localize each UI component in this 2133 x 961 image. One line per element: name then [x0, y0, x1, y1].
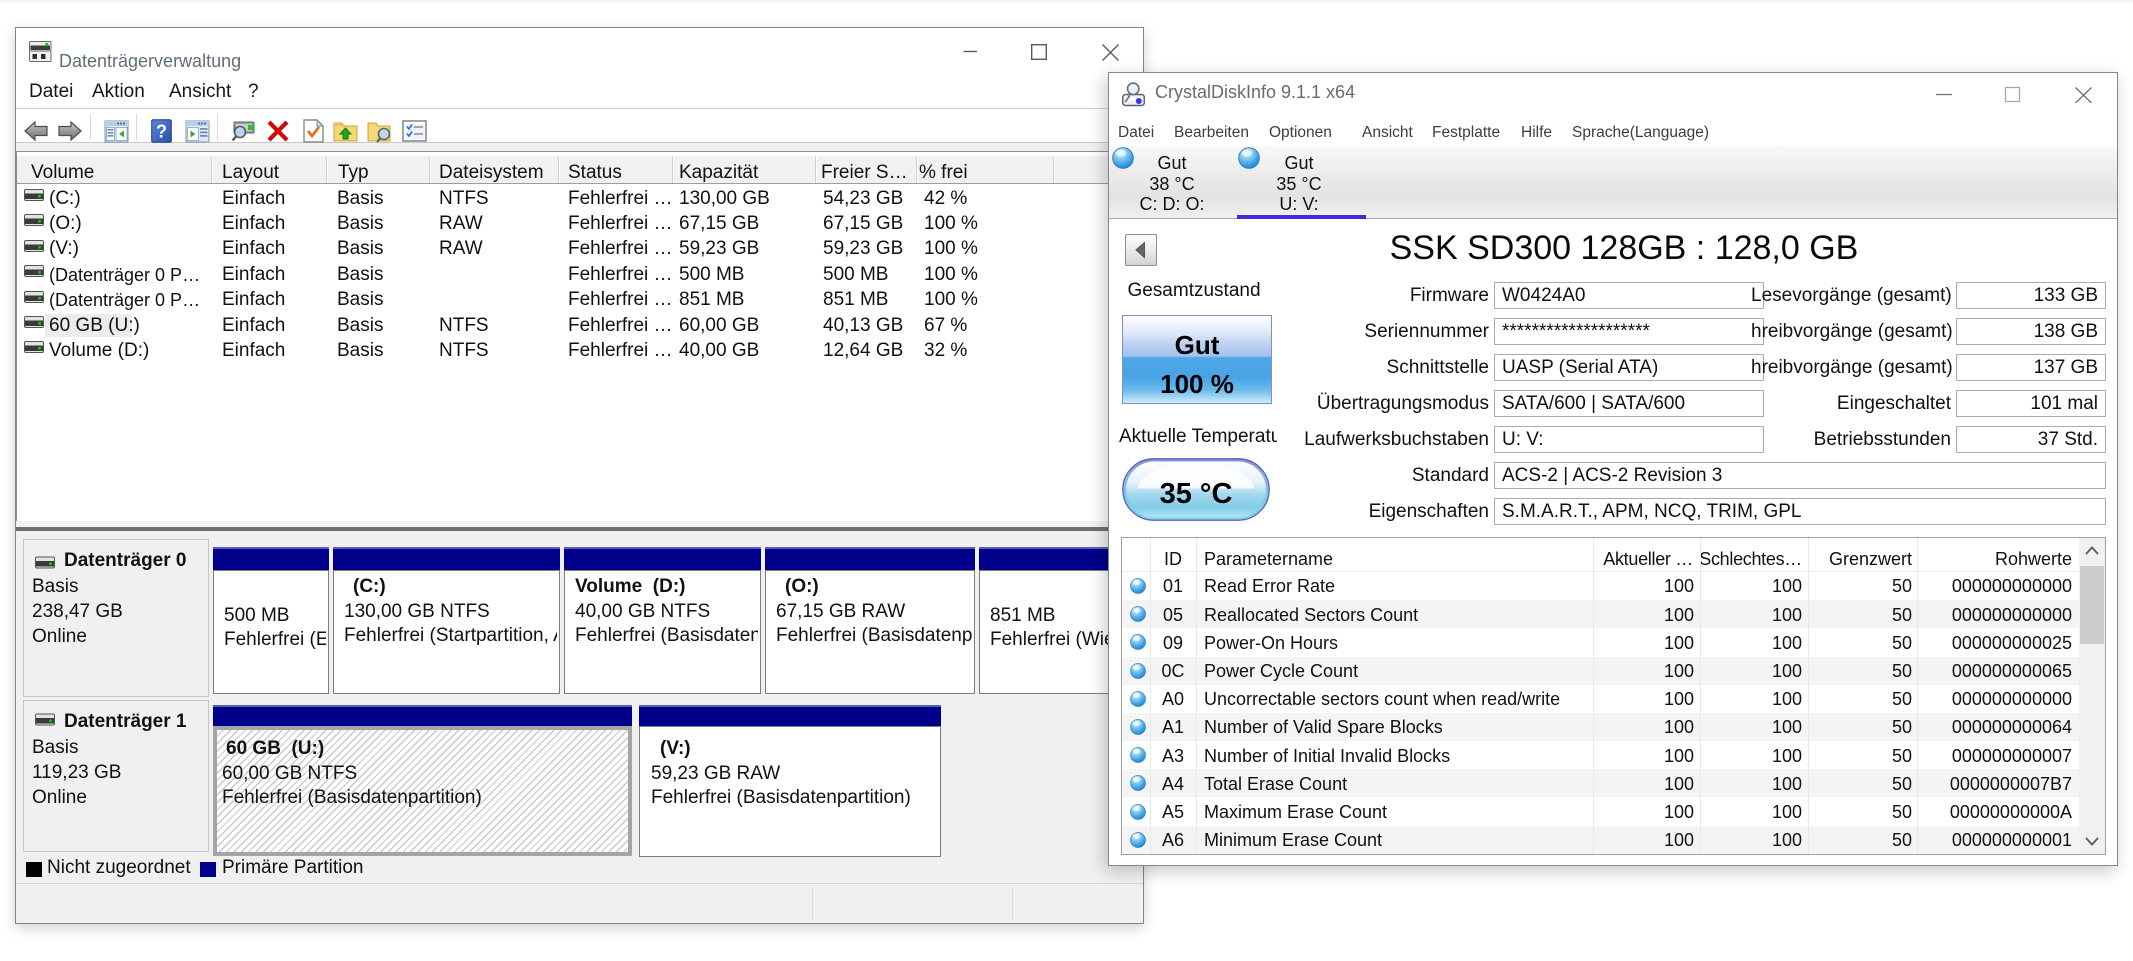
svg-text:?: ? [156, 122, 167, 142]
